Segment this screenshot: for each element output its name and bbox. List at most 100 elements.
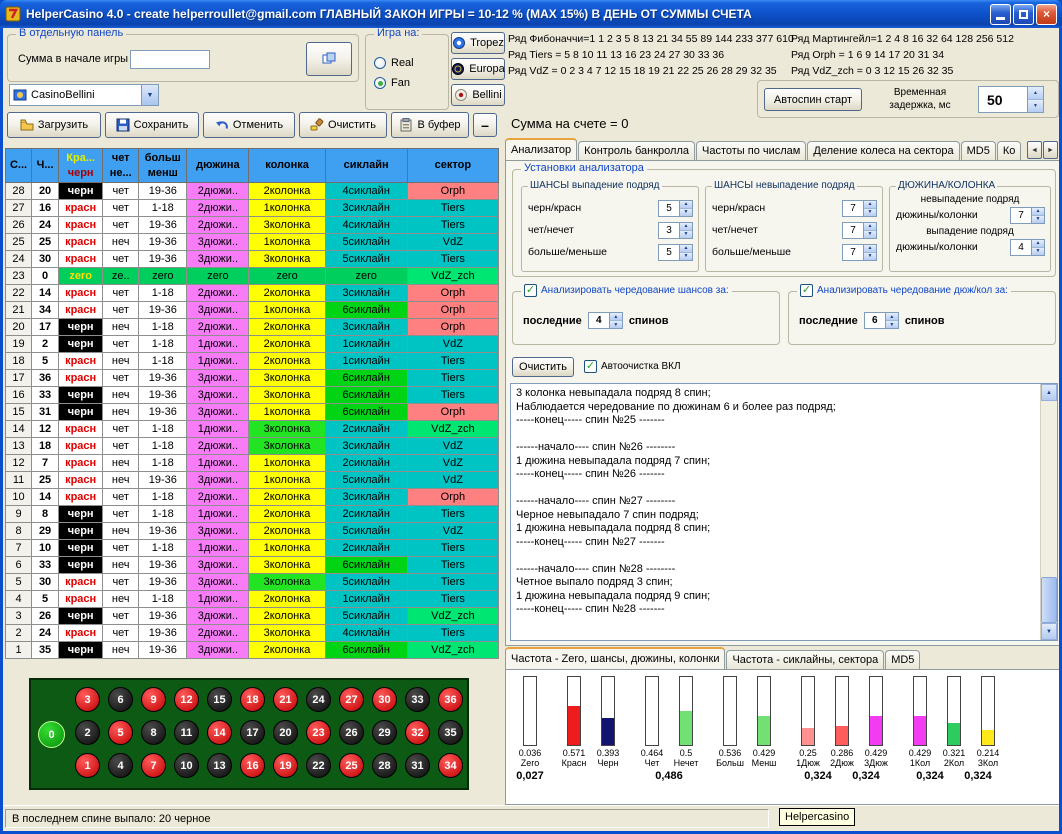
scrollbar-thumb[interactable] <box>1041 577 1057 623</box>
board-number-6[interactable]: 6 <box>108 687 133 712</box>
board-number-28[interactable]: 28 <box>372 753 397 778</box>
board-number-9[interactable]: 9 <box>141 687 166 712</box>
board-number-17[interactable]: 17 <box>240 720 265 745</box>
autoclear-checkbox[interactable]: ✓Автоочистка ВКЛ <box>584 360 681 373</box>
analysis-log[interactable]: 3 колонка невыпадала подряд 8 спин; Набл… <box>510 383 1058 641</box>
board-number-32[interactable]: 32 <box>405 720 430 745</box>
tab-freq-sixline-sector[interactable]: Частота - сиклайны, сектора <box>726 650 884 671</box>
dozen-hit-spinner-down-icon[interactable]: ▼ <box>1032 248 1044 255</box>
radio-fan[interactable]: Fan <box>374 77 440 89</box>
dozen-miss-spinner-down-icon[interactable]: ▼ <box>1032 216 1044 223</box>
chance-miss-spinner-1-down-icon[interactable]: ▼ <box>864 209 876 216</box>
dozen-miss-spinner-up-icon[interactable]: ▲ <box>1032 208 1044 216</box>
board-number-10[interactable]: 10 <box>174 753 199 778</box>
board-number-27[interactable]: 27 <box>339 687 364 712</box>
board-number-11[interactable]: 11 <box>174 720 199 745</box>
board-number-24[interactable]: 24 <box>306 687 331 712</box>
detach-panel-button[interactable] <box>306 42 352 76</box>
load-button[interactable]: Загрузить <box>7 112 101 138</box>
scroll-up-icon[interactable]: ▲ <box>1041 384 1057 401</box>
radio-real[interactable]: Real <box>374 57 440 69</box>
board-number-2[interactable]: 2 <box>75 720 100 745</box>
chance-hit-spinner-1-up-icon[interactable]: ▲ <box>680 201 692 209</box>
alt-chances-spins-spinner-up-icon[interactable]: ▲ <box>610 313 622 321</box>
delay-spinner-value[interactable]: 50 <box>979 87 1027 112</box>
chance-miss-spinner-1-up-icon[interactable]: ▲ <box>864 201 876 209</box>
board-number-36[interactable]: 36 <box>438 687 463 712</box>
chance-hit-spinner-1-down-icon[interactable]: ▼ <box>680 209 692 216</box>
board-number-33[interactable]: 33 <box>405 687 430 712</box>
dozen-miss-spinner-value[interactable]: 7 <box>1011 208 1031 223</box>
casino-button-tropez[interactable]: Tropez <box>451 32 505 54</box>
dozen-hit-spinner-value[interactable]: 4 <box>1011 240 1031 255</box>
save-button[interactable]: Сохранить <box>105 112 199 138</box>
collapse-button[interactable]: – <box>473 113 497 137</box>
minimize-button[interactable] <box>990 4 1011 25</box>
chance-hit-spinner-3-down-icon[interactable]: ▼ <box>680 253 692 260</box>
board-number-14[interactable]: 14 <box>207 720 232 745</box>
board-number-3[interactable]: 3 <box>75 687 100 712</box>
combo-dropdown-button[interactable]: ▼ <box>141 85 158 105</box>
tab-number-frequencies[interactable]: Частоты по числам <box>696 141 806 162</box>
delay-spinner-down-icon[interactable]: ▼ <box>1028 100 1043 112</box>
board-number-5[interactable]: 5 <box>108 720 133 745</box>
tab-freq-main[interactable]: Частота - Zero, шансы, дюжины, колонки <box>505 647 725 671</box>
chance-hit-spinner-2-down-icon[interactable]: ▼ <box>680 231 692 238</box>
clear-table-button[interactable]: Очистить <box>299 112 387 138</box>
alt-chances-checkbox[interactable]: ✓Анализировать чередование шансов за: <box>524 284 729 297</box>
board-number-26[interactable]: 26 <box>339 720 364 745</box>
autospin-start-button[interactable]: Автоспин старт <box>764 88 862 111</box>
board-number-34[interactable]: 34 <box>438 753 463 778</box>
chance-hit-spinner-2-value[interactable]: 3 <box>659 223 679 238</box>
chance-miss-spinner-3-value[interactable]: 7 <box>843 245 863 260</box>
chance-miss-spinner-3-down-icon[interactable]: ▼ <box>864 253 876 260</box>
board-number-8[interactable]: 8 <box>141 720 166 745</box>
alt-dozens-spins-spinner-value[interactable]: 6 <box>865 313 885 328</box>
tab-bankroll-control[interactable]: Контроль банкролла <box>578 141 695 162</box>
clear-log-button[interactable]: Очистить <box>512 357 574 377</box>
board-number-12[interactable]: 12 <box>174 687 199 712</box>
chance-hit-spinner-3-up-icon[interactable]: ▲ <box>680 245 692 253</box>
alt-chances-spins-spinner-value[interactable]: 4 <box>589 313 609 328</box>
scroll-down-icon[interactable]: ▼ <box>1041 623 1057 640</box>
start-sum-input[interactable] <box>130 50 210 69</box>
chance-hit-spinner-1-value[interactable]: 5 <box>659 201 679 216</box>
alt-dozens-spins-spinner-up-icon[interactable]: ▲ <box>886 313 898 321</box>
chance-miss-spinner-2-down-icon[interactable]: ▼ <box>864 231 876 238</box>
casino-button-europa[interactable]: Europa <box>451 58 505 80</box>
delay-spinner-up-icon[interactable]: ▲ <box>1028 87 1043 100</box>
board-number-21[interactable]: 21 <box>273 687 298 712</box>
board-number-31[interactable]: 31 <box>405 753 430 778</box>
to-clipboard-button[interactable]: В буфер <box>391 112 469 138</box>
tab-md5[interactable]: MD5 <box>961 141 996 162</box>
log-scrollbar[interactable]: ▲ ▼ <box>1040 384 1057 640</box>
chance-miss-spinner-2-value[interactable]: 7 <box>843 223 863 238</box>
tabs-scroll-left-icon[interactable]: ◄ <box>1027 141 1042 159</box>
board-number-15[interactable]: 15 <box>207 687 232 712</box>
board-number-13[interactable]: 13 <box>207 753 232 778</box>
board-number-1[interactable]: 1 <box>75 753 100 778</box>
chance-hit-spinner-3-value[interactable]: 5 <box>659 245 679 260</box>
close-button[interactable]: × <box>1036 4 1057 25</box>
chance-miss-spinner-2-up-icon[interactable]: ▲ <box>864 223 876 231</box>
board-number-0[interactable]: 0 <box>38 721 65 748</box>
board-number-19[interactable]: 19 <box>273 753 298 778</box>
chance-miss-spinner-3-up-icon[interactable]: ▲ <box>864 245 876 253</box>
board-number-30[interactable]: 30 <box>372 687 397 712</box>
tab-wheel-sectors[interactable]: Деление колеса на сектора <box>807 141 959 162</box>
board-number-23[interactable]: 23 <box>306 720 331 745</box>
board-number-16[interactable]: 16 <box>240 753 265 778</box>
tab-more[interactable]: Ко <box>997 141 1022 162</box>
board-number-25[interactable]: 25 <box>339 753 364 778</box>
casino-select[interactable]: CasinoBellini ▼ <box>9 84 159 106</box>
board-number-35[interactable]: 35 <box>438 720 463 745</box>
chance-miss-spinner-1-value[interactable]: 7 <box>843 201 863 216</box>
board-number-20[interactable]: 20 <box>273 720 298 745</box>
alt-dozens-spins-spinner-down-icon[interactable]: ▼ <box>886 321 898 328</box>
tab-analyzer[interactable]: Анализатор <box>505 138 577 162</box>
board-number-29[interactable]: 29 <box>372 720 397 745</box>
board-number-7[interactable]: 7 <box>141 753 166 778</box>
board-number-22[interactable]: 22 <box>306 753 331 778</box>
undo-button[interactable]: Отменить <box>203 112 295 138</box>
alt-chances-spins-spinner-down-icon[interactable]: ▼ <box>610 321 622 328</box>
